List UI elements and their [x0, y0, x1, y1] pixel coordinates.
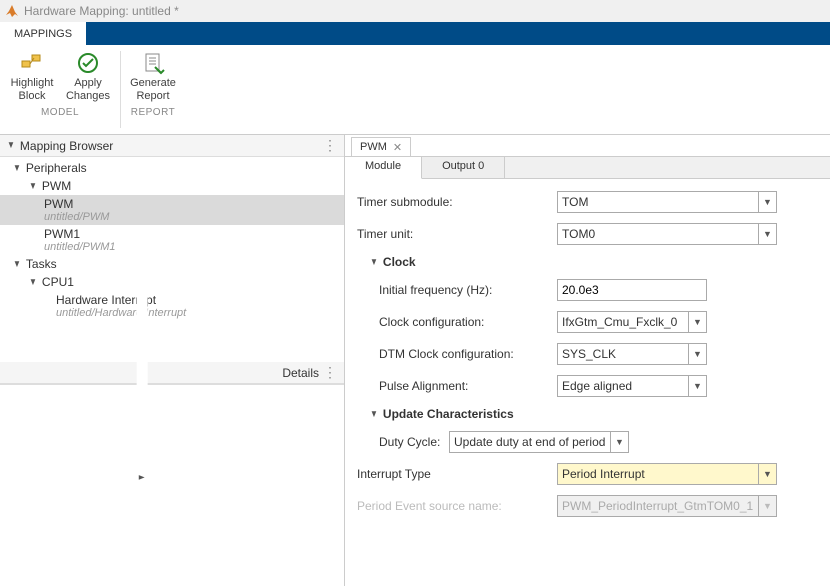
document-tabs: PWM ✕ [345, 135, 830, 157]
toolbar: Highlight Block Apply Changes MODEL Gene… [0, 45, 830, 135]
event-source-label: Period Event source name: [357, 499, 557, 513]
pulse-alignment-label: Pulse Alignment: [379, 379, 557, 393]
update-section[interactable]: ▼Update Characteristics [357, 407, 818, 421]
titlebar: Hardware Mapping: untitled * [0, 0, 830, 22]
clock-config-select[interactable]: IfxGtm_Cmu_Fxclk_0▼ [557, 311, 707, 333]
chevron-down-icon: ▼ [758, 496, 776, 516]
doc-tab-label: PWM [360, 141, 387, 153]
highlight-block-label: Highlight Block [11, 77, 54, 103]
mapping-browser-menu-icon[interactable]: ⋮ [323, 137, 338, 154]
chevron-down-icon: ▼ [610, 432, 628, 452]
collapse-icon[interactable]: ▼ [7, 140, 15, 151]
chevron-down-icon: ▼ [688, 344, 706, 364]
left-panel: ▼ Mapping Browser ⋮ ▼Peripherals ▼PWM PW… [0, 135, 345, 586]
chevron-down-icon: ▼ [758, 464, 776, 484]
toolbar-group-model: Highlight Block Apply Changes MODEL [0, 45, 120, 134]
window-title: Hardware Mapping: untitled * [24, 4, 179, 18]
group-label-report: REPORT [131, 107, 176, 118]
tree-item-pwm1[interactable]: PWM1untitled/PWM1 [0, 225, 344, 255]
initial-frequency-label: Initial frequency (Hz): [379, 283, 557, 297]
apply-changes-label: Apply Changes [66, 77, 110, 103]
clock-config-label: Clock configuration: [379, 315, 557, 329]
details-header: ▼ Details ⋮ [0, 362, 344, 384]
timer-unit-select[interactable]: TOM0▼ [557, 223, 777, 245]
clock-section[interactable]: ▼Clock [357, 255, 818, 269]
matlab-logo-icon [4, 3, 20, 19]
highlight-block-button[interactable]: Highlight Block [6, 49, 58, 105]
timer-unit-label: Timer unit: [357, 227, 557, 241]
interrupt-type-label: Interrupt Type [357, 467, 557, 481]
tree-item-hw-interrupt[interactable]: Hardware Interruptuntitled/Hardware Inte… [0, 291, 344, 321]
module-form: Timer submodule: TOM▼ Timer unit: TOM0▼ … [345, 179, 830, 586]
tree-peripherals[interactable]: ▼Peripherals [0, 159, 344, 177]
ribbon: MAPPINGS [0, 22, 830, 45]
sub-tabs: Module Output 0 [345, 157, 830, 179]
generate-report-label: Generate Report [130, 77, 176, 103]
details-menu-icon[interactable]: ⋮ [323, 364, 338, 381]
timer-submodule-label: Timer submodule: [357, 195, 557, 209]
pulse-alignment-select[interactable]: Edge aligned▼ [557, 375, 707, 397]
mapping-browser-title: Mapping Browser [20, 139, 113, 153]
tree-cpu1[interactable]: ▼CPU1 [0, 273, 344, 291]
duty-cycle-select[interactable]: Update duty at end of period▼ [449, 431, 629, 453]
tab-module[interactable]: Module [345, 157, 422, 179]
tree-item-pwm[interactable]: PWMuntitled/PWM [0, 195, 344, 225]
tree-tasks[interactable]: ▼Tasks [0, 255, 344, 273]
dtm-clock-select[interactable]: SYS_CLK▼ [557, 343, 707, 365]
close-icon[interactable]: ✕ [393, 141, 402, 154]
collapse-icon[interactable]: ▼ [137, 264, 148, 482]
mapping-tree: ▼Peripherals ▼PWM PWMuntitled/PWM PWM1un… [0, 157, 344, 362]
toolbar-group-report: Generate Report REPORT [121, 45, 185, 134]
generate-report-button[interactable]: Generate Report [127, 49, 179, 105]
details-body [0, 384, 344, 586]
dtm-clock-label: DTM Clock configuration: [379, 347, 557, 361]
chevron-down-icon: ▼ [758, 224, 776, 244]
group-label-model: MODEL [41, 107, 79, 118]
chevron-down-icon: ▼ [688, 376, 706, 396]
chevron-down-icon: ▼ [688, 312, 706, 332]
apply-changes-button[interactable]: Apply Changes [62, 49, 114, 105]
interrupt-type-select[interactable]: Period Interrupt▼ [557, 463, 777, 485]
event-source-select: PWM_PeriodInterrupt_GtmTOM0_1▼ [557, 495, 777, 517]
generate-report-icon [141, 51, 165, 75]
highlight-block-icon [20, 51, 44, 75]
tab-output0[interactable]: Output 0 [422, 157, 505, 178]
tree-pwm-group[interactable]: ▼PWM [0, 177, 344, 195]
mapping-browser-header: ▼ Mapping Browser ⋮ [0, 135, 344, 157]
details-title: Details [282, 366, 319, 380]
initial-frequency-input[interactable] [557, 279, 707, 301]
chevron-down-icon: ▼ [758, 192, 776, 212]
duty-cycle-label: Duty Cycle: [379, 435, 449, 449]
timer-submodule-select[interactable]: TOM▼ [557, 191, 777, 213]
doc-tab-pwm[interactable]: PWM ✕ [351, 137, 411, 156]
ribbon-tab-mappings[interactable]: MAPPINGS [0, 22, 86, 45]
apply-changes-icon [76, 51, 100, 75]
content-panel: PWM ✕ Module Output 0 Timer submodule: T… [345, 135, 830, 586]
